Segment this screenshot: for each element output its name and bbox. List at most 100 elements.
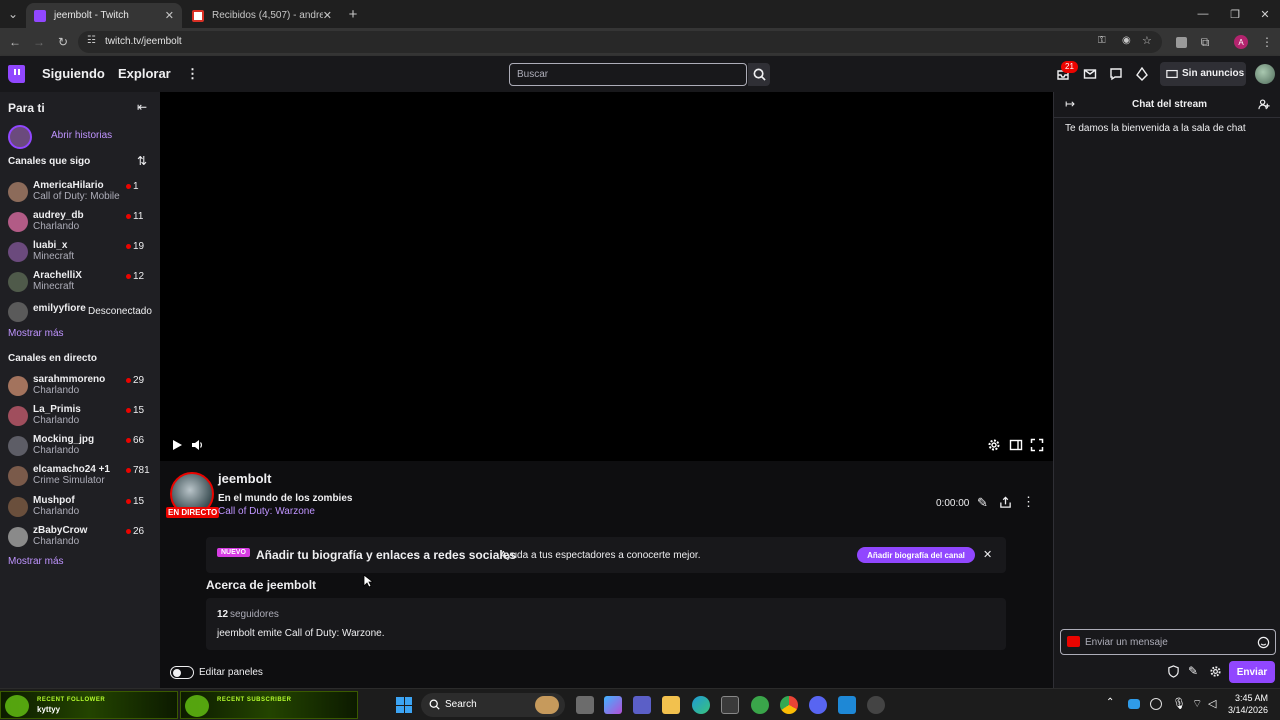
close-icon[interactable]: ✕ — [323, 9, 332, 22]
open-stories-link[interactable]: Abrir historias — [51, 130, 112, 141]
emote-smiley-icon[interactable] — [1257, 636, 1270, 649]
sidebar-item-luabi-x[interactable]: luabi_x Minecraft 19 — [0, 238, 160, 268]
tab-gmail[interactable]: Recibidos (4,507) - andres.eljim ✕ — [184, 3, 340, 28]
stream-game-link[interactable]: Call of Duty: Warzone — [218, 506, 315, 517]
show-more-link[interactable]: Mostrar más — [8, 328, 64, 339]
collapse-chat-icon[interactable]: ↦ — [1065, 97, 1075, 111]
channel-name: elcamacho24 +1 — [33, 464, 110, 475]
teams-icon[interactable] — [633, 696, 651, 714]
obs-icon[interactable] — [867, 696, 885, 714]
channel-name: AmericaHilario — [33, 180, 104, 191]
ad-free-button[interactable]: Sin anuncios — [1160, 62, 1246, 86]
file-explorer-icon[interactable] — [662, 696, 680, 714]
clock-date[interactable]: 3/14/2026 — [1224, 705, 1268, 715]
forward-icon[interactable]: → — [30, 33, 48, 51]
video-player[interactable] — [160, 92, 1053, 461]
theatre-mode-icon[interactable] — [1009, 438, 1023, 452]
mail-icon[interactable] — [1083, 67, 1097, 81]
whispers-icon[interactable] — [1109, 67, 1123, 81]
add-bio-button[interactable]: Añadir biografía del canal — [857, 547, 975, 563]
restore-icon[interactable]: ❐ — [1218, 0, 1252, 28]
minimize-icon[interactable]: — — [1186, 0, 1220, 28]
video-camera-icon[interactable] — [1067, 636, 1080, 647]
nav-following[interactable]: Siguiendo — [42, 66, 105, 81]
search-button[interactable] — [748, 63, 770, 86]
collapse-sidebar-icon[interactable]: ⇤ — [137, 100, 147, 114]
show-more-live-link[interactable]: Mostrar más — [8, 556, 64, 567]
edge-icon[interactable] — [692, 696, 710, 714]
more-options-icon[interactable]: ⋮ — [186, 66, 199, 82]
profile-avatar-icon[interactable]: A — [1232, 33, 1250, 51]
speaker-icon[interactable]: ◁ — [1208, 697, 1216, 710]
sidebar-item-la-primis[interactable]: La_Primis Charlando 15 — [0, 402, 160, 432]
sidebar-item-audrey-db[interactable]: audrey_db Charlando 11 — [0, 208, 160, 238]
address-bar[interactable]: ☷ twitch.tv/jeembolt ⚿ ◉ ☆ — [78, 31, 1162, 53]
clock-time[interactable]: 3:45 AM — [1230, 693, 1268, 703]
nav-explore[interactable]: Explorar — [118, 66, 171, 81]
sidebar-item-sarahmmoreno[interactable]: sarahmmoreno Charlando 29 — [0, 372, 160, 402]
new-tab-icon[interactable]: + — [344, 5, 362, 23]
microphone-icon[interactable]: 🎙︎ — [1172, 697, 1186, 710]
chat-settings-gear-icon[interactable] — [1209, 665, 1222, 678]
chat-title: Chat del stream — [1132, 99, 1208, 110]
sidebar-item-mushpof[interactable]: Mushpof Charlando 15 — [0, 493, 160, 523]
share-icon[interactable] — [999, 496, 1012, 509]
close-icon[interactable]: ✕ — [165, 9, 174, 22]
windows-start-icon[interactable] — [396, 697, 412, 713]
more-options-icon[interactable]: ⋮ — [1022, 494, 1035, 510]
sidebar-item-zbabycrow[interactable]: zBabyCrow Charlando 26 — [0, 523, 160, 553]
fullscreen-icon[interactable] — [1030, 438, 1044, 452]
bits-icon[interactable] — [1135, 67, 1149, 81]
task-view-icon[interactable] — [576, 696, 594, 714]
password-key-icon[interactable]: ⚿ — [1098, 35, 1106, 46]
eye-off-icon[interactable]: ◉ — [1122, 35, 1131, 46]
twitch-logo-icon[interactable] — [8, 65, 25, 83]
chat-input[interactable] — [1085, 630, 1255, 654]
chat-input-field[interactable] — [1060, 629, 1276, 655]
settings-gear-icon[interactable] — [987, 438, 1001, 452]
browser-menu-icon[interactable]: ⋮ — [1258, 33, 1276, 51]
extension-icon[interactable] — [1172, 33, 1190, 51]
sidebar-item-elcamacho24[interactable]: elcamacho24 +1 Crime Simulator 781 — [0, 462, 160, 492]
sidebar-item-emilyyfiore[interactable]: emilyyfiore Desconectado — [0, 298, 160, 328]
sidebar-item-americahilario[interactable]: AmericaHilario Call of Duty: Mobile 1 — [0, 178, 160, 208]
window-close-icon[interactable]: ✕ — [1248, 0, 1280, 28]
play-icon[interactable] — [170, 438, 184, 452]
search-field[interactable] — [509, 63, 747, 86]
mod-pencil-icon[interactable]: ✎ — [1188, 664, 1198, 678]
taskbar-search[interactable]: Search — [421, 693, 565, 717]
back-icon[interactable]: ← — [6, 33, 24, 51]
onedrive-icon[interactable] — [1128, 699, 1140, 709]
viewer-count: 66 — [133, 435, 145, 446]
store-icon[interactable] — [721, 696, 739, 714]
facebook-icon[interactable] — [838, 696, 856, 714]
sidebar-item-arachellix[interactable]: ArachelliX Minecraft 12 — [0, 268, 160, 298]
send-button[interactable]: Enviar — [1229, 661, 1275, 683]
chrome-icon[interactable] — [780, 696, 798, 714]
sort-icon[interactable]: ⇅ — [137, 154, 147, 168]
community-users-icon[interactable] — [1258, 98, 1271, 111]
sidebar-item-mocking-jpg[interactable]: Mocking_jpg Charlando 66 — [0, 432, 160, 462]
extensions-puzzle-icon[interactable]: ⧉ — [1196, 33, 1214, 51]
site-info-icon[interactable]: ☷ — [87, 35, 96, 46]
copilot-icon[interactable] — [604, 696, 622, 714]
tray-chevron-icon[interactable]: ⌃ — [1106, 697, 1114, 708]
live-dot-icon — [126, 468, 131, 473]
search-input[interactable] — [510, 64, 746, 85]
bookmark-star-icon[interactable]: ☆ — [1142, 34, 1152, 47]
tab-search-icon[interactable]: ⌄ — [4, 5, 22, 23]
user-avatar[interactable] — [1255, 64, 1275, 84]
xbox-icon[interactable] — [751, 696, 769, 714]
channel-name-heading[interactable]: jeembolt — [218, 471, 271, 486]
edit-pencil-icon[interactable]: ✎ — [977, 495, 988, 511]
volume-icon[interactable] — [190, 438, 204, 452]
wifi-icon[interactable]: ⌔ — [1192, 697, 1202, 711]
stories-avatar[interactable] — [8, 125, 32, 149]
discord-icon[interactable] — [809, 696, 827, 714]
tab-twitch[interactable]: jeembolt - Twitch ✕ — [26, 3, 182, 28]
edit-panels-toggle[interactable] — [170, 666, 194, 679]
reload-icon[interactable]: ↻ — [54, 33, 72, 51]
close-icon[interactable]: ✕ — [983, 548, 992, 561]
shield-icon[interactable] — [1167, 665, 1180, 678]
sync-icon[interactable] — [1150, 698, 1162, 710]
